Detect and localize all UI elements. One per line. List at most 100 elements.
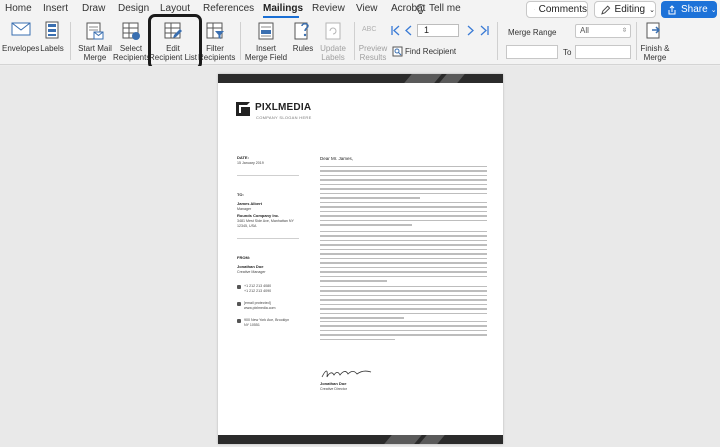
- company-slogan: COMPANY SLOGAN HERE: [256, 115, 312, 120]
- pencil-icon: [601, 5, 611, 15]
- from-title: Creative Manager: [237, 270, 266, 274]
- editing-label: Editing: [614, 4, 646, 15]
- labels-icon: [45, 21, 59, 39]
- last-record-icon[interactable]: [479, 25, 490, 36]
- envelopes-button[interactable]: Envelopes: [2, 18, 39, 64]
- merge-range-value: All: [580, 26, 589, 35]
- location-icon: [237, 319, 241, 323]
- select-arrows-icon: ⇳: [621, 28, 627, 34]
- letter-paragraph-2: [320, 202, 487, 229]
- footer-stripe: [384, 435, 422, 444]
- finish-merge-label-line2: Merge: [643, 52, 667, 62]
- company-logo-inner: [241, 107, 250, 116]
- insert-merge-field-label-line2: Merge Field: [244, 52, 288, 62]
- edit-recipient-list-highlight: [148, 14, 202, 70]
- tell-me-label: Tell me: [429, 3, 461, 14]
- rules-icon: [294, 22, 309, 40]
- tab-insert[interactable]: Insert: [43, 3, 68, 14]
- filter-recipients-label-line2: Recipients: [198, 52, 236, 62]
- ribbon-separator: [497, 22, 498, 60]
- letter-paragraph-3: [320, 231, 487, 285]
- share-label: Share: [681, 4, 708, 15]
- tab-layout[interactable]: Layout: [160, 3, 190, 14]
- preview-results-button[interactable]: ABC Preview Results: [357, 18, 389, 64]
- tab-home[interactable]: Home: [5, 3, 32, 14]
- start-mail-merge-label-line2: Merge: [83, 52, 107, 62]
- signature-image: [321, 370, 372, 378]
- lightbulb-icon: [416, 4, 425, 14]
- tab-design[interactable]: Design: [118, 3, 149, 14]
- email: [email protected]: [244, 301, 271, 305]
- ribbon-separator: [240, 22, 241, 60]
- footer-stripe: [419, 435, 445, 444]
- find-recipient-button[interactable]: Find Recipient: [392, 46, 456, 57]
- address-line2: NY 10551: [244, 323, 260, 327]
- tab-mailings[interactable]: Mailings: [263, 3, 303, 14]
- tell-me-search[interactable]: Tell me: [416, 3, 461, 14]
- page-header-bar: [218, 74, 503, 83]
- finish-merge-button[interactable]: Finish & Merge: [638, 18, 672, 64]
- merge-range-label: Merge Range: [508, 28, 557, 37]
- record-number-field[interactable]: 1: [417, 24, 459, 37]
- finish-merge-icon: [646, 22, 661, 39]
- comments-label: Comments: [538, 4, 587, 15]
- insert-field-icon: [258, 22, 274, 40]
- phone-icon: [237, 285, 241, 289]
- envelope-icon: [11, 22, 31, 36]
- start-mail-merge-button[interactable]: Start Mail Merge: [76, 18, 114, 64]
- share-button[interactable]: Share ⌄: [661, 1, 717, 18]
- page-footer-bar: [218, 435, 503, 444]
- chevron-down-icon: ⌄: [710, 6, 717, 14]
- letter-paragraph-4: [320, 286, 487, 322]
- tab-review[interactable]: Review: [312, 3, 345, 14]
- insert-merge-field-button[interactable]: Insert Merge Field: [244, 18, 288, 64]
- tab-draw[interactable]: Draw: [82, 3, 105, 14]
- update-labels-button[interactable]: Update Labels: [317, 18, 349, 64]
- select-recipients-button[interactable]: Select Recipients: [113, 18, 151, 64]
- tab-view[interactable]: View: [356, 3, 378, 14]
- letter-paragraph-5: [320, 321, 487, 343]
- filter-recipients-button[interactable]: Filter Recipients: [198, 18, 236, 64]
- editing-mode-button[interactable]: Editing ⌄: [594, 1, 656, 18]
- to-address-line2: 12345, USA: [237, 224, 257, 228]
- comments-button[interactable]: Comments: [526, 1, 588, 18]
- mailings-ribbon: Envelopes Labels Start Mail Merge Select R…: [0, 18, 720, 65]
- divider: [237, 175, 299, 176]
- update-labels-label-line2: Labels: [321, 52, 345, 62]
- start-mail-merge-icon: [86, 22, 104, 40]
- from-label: FROM:: [237, 255, 251, 260]
- letter-paragraph-1: [320, 166, 487, 202]
- tab-references[interactable]: References: [203, 3, 254, 14]
- next-record-icon[interactable]: [466, 25, 475, 36]
- first-record-icon[interactable]: [390, 25, 401, 36]
- from-name: Jonathan Doe: [237, 264, 264, 269]
- find-recipient-icon: [392, 46, 403, 57]
- ribbon-tab-bar: Home Insert Draw Design Layout Reference…: [0, 0, 720, 18]
- divider: [237, 238, 299, 239]
- phone-2: +1 212 213 4090: [244, 289, 272, 293]
- to-name: James Albert: [237, 201, 262, 206]
- signer-title: Creative Director: [320, 387, 347, 391]
- share-icon: [668, 4, 676, 14]
- merge-range-to-field[interactable]: [575, 45, 631, 59]
- labels-button[interactable]: Labels: [38, 18, 66, 64]
- comment-icon: [534, 9, 535, 10]
- merge-range-from-field[interactable]: [506, 45, 558, 59]
- chevron-down-icon: ⌄: [649, 6, 655, 14]
- merge-range-select[interactable]: All ⇳: [575, 24, 631, 38]
- document-page[interactable]: PIXLMEDIA COMPANY SLOGAN HERE DATE: 15 J…: [218, 74, 503, 444]
- website: www.pixlmedia.com: [244, 306, 276, 310]
- date-label: DATE:: [237, 155, 249, 160]
- merge-range-to-label: To: [563, 48, 572, 57]
- to-company: Rounds Company Inc.: [237, 213, 280, 218]
- rules-button[interactable]: Rules: [289, 18, 317, 64]
- filter-recipients-icon: [206, 22, 224, 39]
- ribbon-separator: [354, 22, 355, 60]
- select-recipients-label-line2: Recipients: [113, 52, 151, 62]
- document-canvas[interactable]: PIXLMEDIA COMPANY SLOGAN HERE DATE: 15 J…: [0, 66, 720, 447]
- select-recipients-icon: [122, 22, 140, 40]
- labels-label: Labels: [40, 44, 64, 53]
- signer-name: Jonathan Doe: [320, 381, 347, 386]
- header-stripe: [404, 74, 442, 83]
- previous-record-icon[interactable]: [404, 25, 413, 36]
